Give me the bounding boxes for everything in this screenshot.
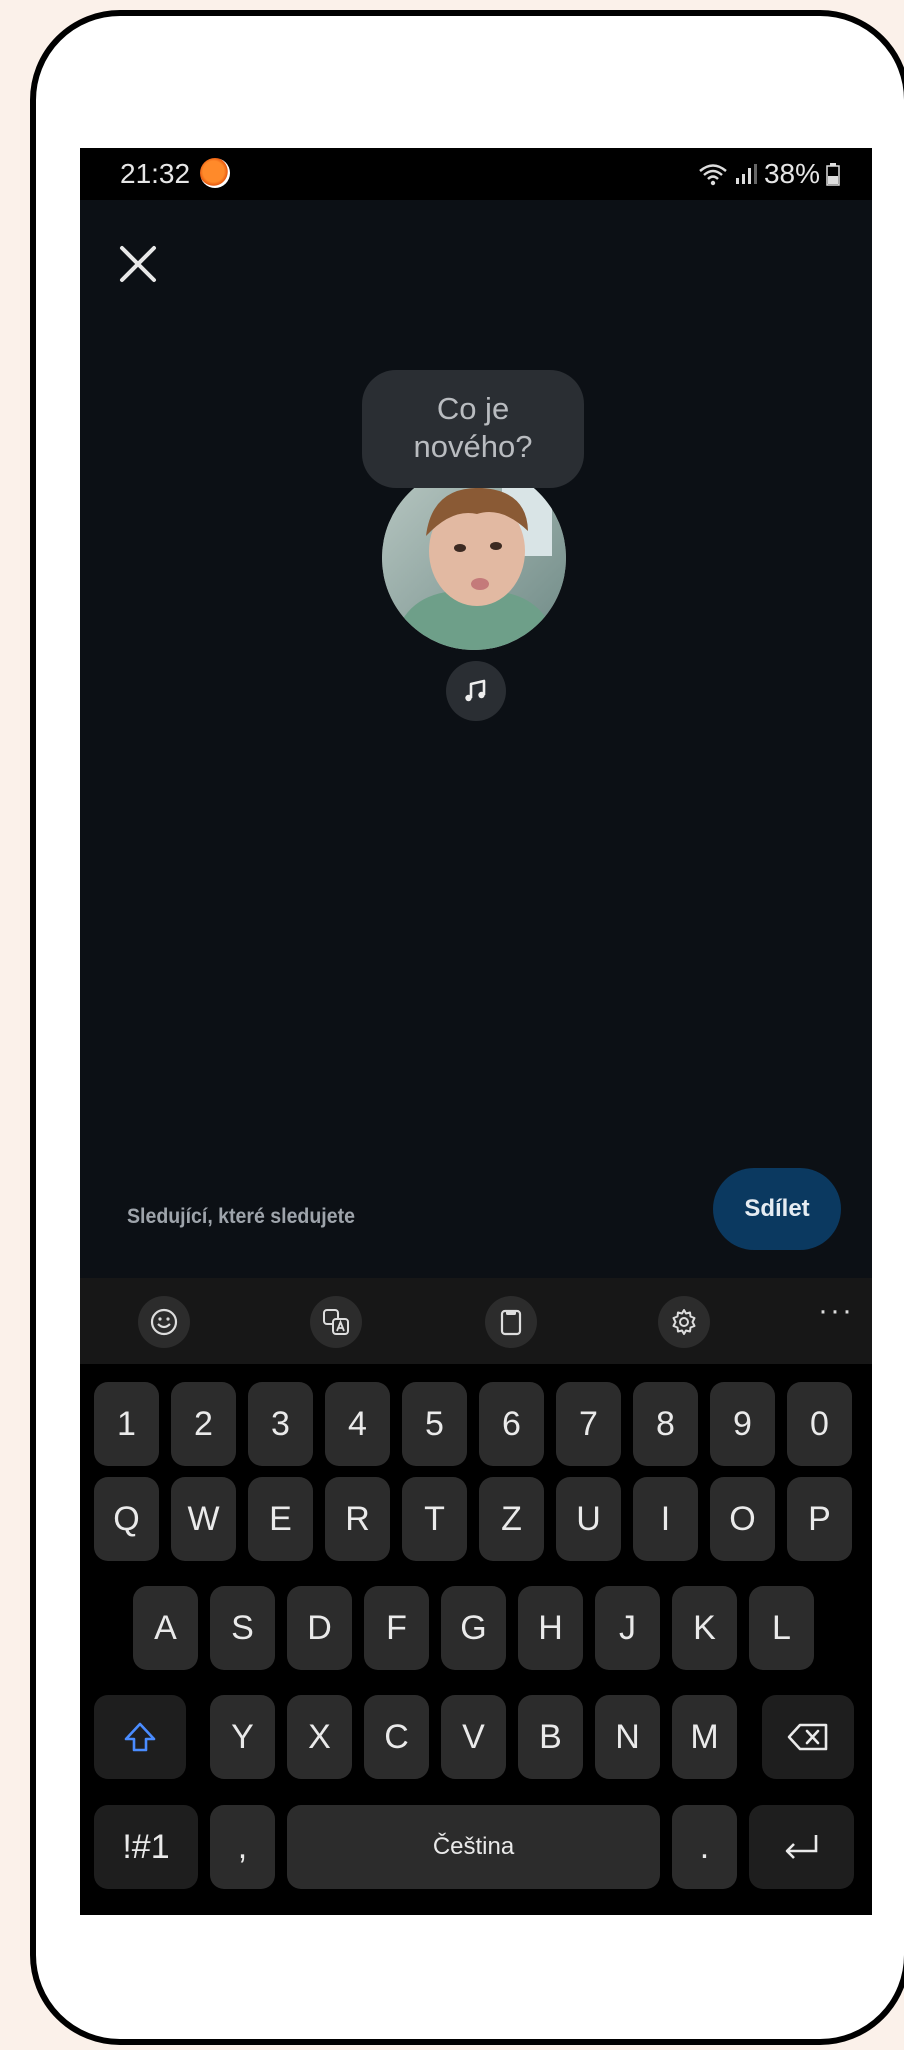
key-b[interactable]: B: [518, 1695, 583, 1779]
period-key[interactable]: .: [672, 1805, 737, 1889]
key-x[interactable]: X: [287, 1695, 352, 1779]
backspace-icon: [787, 1723, 828, 1751]
key-a[interactable]: A: [133, 1586, 198, 1670]
key-8[interactable]: 8: [633, 1382, 698, 1466]
key-7[interactable]: 7: [556, 1382, 621, 1466]
battery-icon: [826, 163, 840, 186]
key-1[interactable]: 1: [94, 1382, 159, 1466]
symbols-key[interactable]: !#1: [94, 1805, 198, 1889]
key-5[interactable]: 5: [402, 1382, 467, 1466]
key-z[interactable]: Z: [479, 1477, 544, 1561]
note-prompt-text: Co je nového?: [413, 391, 533, 464]
keyboard-toolbar: ···: [80, 1278, 872, 1364]
key-e[interactable]: E: [248, 1477, 313, 1561]
key-9[interactable]: 9: [710, 1382, 775, 1466]
wifi-icon: [699, 164, 727, 186]
settings-button[interactable]: [658, 1296, 710, 1348]
key-u[interactable]: U: [556, 1477, 621, 1561]
add-music-button[interactable]: [446, 661, 506, 721]
status-bar: 21:32 38%: [80, 148, 872, 200]
key-d[interactable]: D: [287, 1586, 352, 1670]
note-prompt-bubble[interactable]: Co je nového?: [362, 370, 584, 488]
translate-button[interactable]: [310, 1296, 362, 1348]
key-6[interactable]: 6: [479, 1382, 544, 1466]
key-j[interactable]: J: [595, 1586, 660, 1670]
signal-icon: [735, 164, 757, 184]
key-i[interactable]: I: [633, 1477, 698, 1561]
enter-key[interactable]: [749, 1805, 854, 1889]
audience-selector[interactable]: Sledující, které sledujete: [127, 1205, 355, 1229]
key-g[interactable]: G: [441, 1586, 506, 1670]
emoji-button[interactable]: [138, 1296, 190, 1348]
key-l[interactable]: L: [749, 1586, 814, 1670]
key-m[interactable]: M: [672, 1695, 737, 1779]
enter-icon: [785, 1835, 817, 1859]
shift-icon: [124, 1722, 156, 1752]
key-n[interactable]: N: [595, 1695, 660, 1779]
key-r[interactable]: R: [325, 1477, 390, 1561]
avatar: [382, 466, 566, 650]
status-indicators: 38%: [698, 158, 840, 190]
more-options-button[interactable]: ···: [818, 1294, 854, 1328]
key-c[interactable]: C: [364, 1695, 429, 1779]
clipboard-button[interactable]: [485, 1296, 537, 1348]
keyboard: 1 2 3 4 5 6 7 8 9 0 Q W E R T Z U I O P …: [80, 1364, 872, 1915]
key-q[interactable]: Q: [94, 1477, 159, 1561]
key-0[interactable]: 0: [787, 1382, 852, 1466]
key-k[interactable]: K: [672, 1586, 737, 1670]
shift-key[interactable]: [94, 1695, 186, 1779]
key-3[interactable]: 3: [248, 1382, 313, 1466]
key-h[interactable]: H: [518, 1586, 583, 1670]
key-f[interactable]: F: [364, 1586, 429, 1670]
share-button[interactable]: Sdílet: [713, 1168, 841, 1250]
key-s[interactable]: S: [210, 1586, 275, 1670]
battery-percent: 38%: [763, 158, 820, 189]
notification-icon: [200, 158, 230, 188]
gear-icon: [672, 1309, 696, 1335]
emoji-icon: [150, 1308, 178, 1336]
status-time: 21:32: [120, 158, 191, 189]
key-w[interactable]: W: [171, 1477, 236, 1561]
space-key[interactable]: Čeština: [287, 1805, 660, 1889]
backspace-key[interactable]: [762, 1695, 854, 1779]
key-4[interactable]: 4: [325, 1382, 390, 1466]
close-button[interactable]: [110, 236, 166, 292]
close-icon: [120, 246, 156, 282]
clipboard-icon: [500, 1309, 522, 1336]
key-v[interactable]: V: [441, 1695, 506, 1779]
key-y[interactable]: Y: [210, 1695, 275, 1779]
music-note-icon: [465, 679, 486, 702]
translate-icon: [323, 1309, 349, 1335]
app-screen: 21:32 38% Co je nového? Sledující, které…: [80, 148, 872, 1915]
key-t[interactable]: T: [402, 1477, 467, 1561]
key-o[interactable]: O: [710, 1477, 775, 1561]
key-p[interactable]: P: [787, 1477, 852, 1561]
key-2[interactable]: 2: [171, 1382, 236, 1466]
comma-key[interactable]: ,: [210, 1805, 275, 1889]
